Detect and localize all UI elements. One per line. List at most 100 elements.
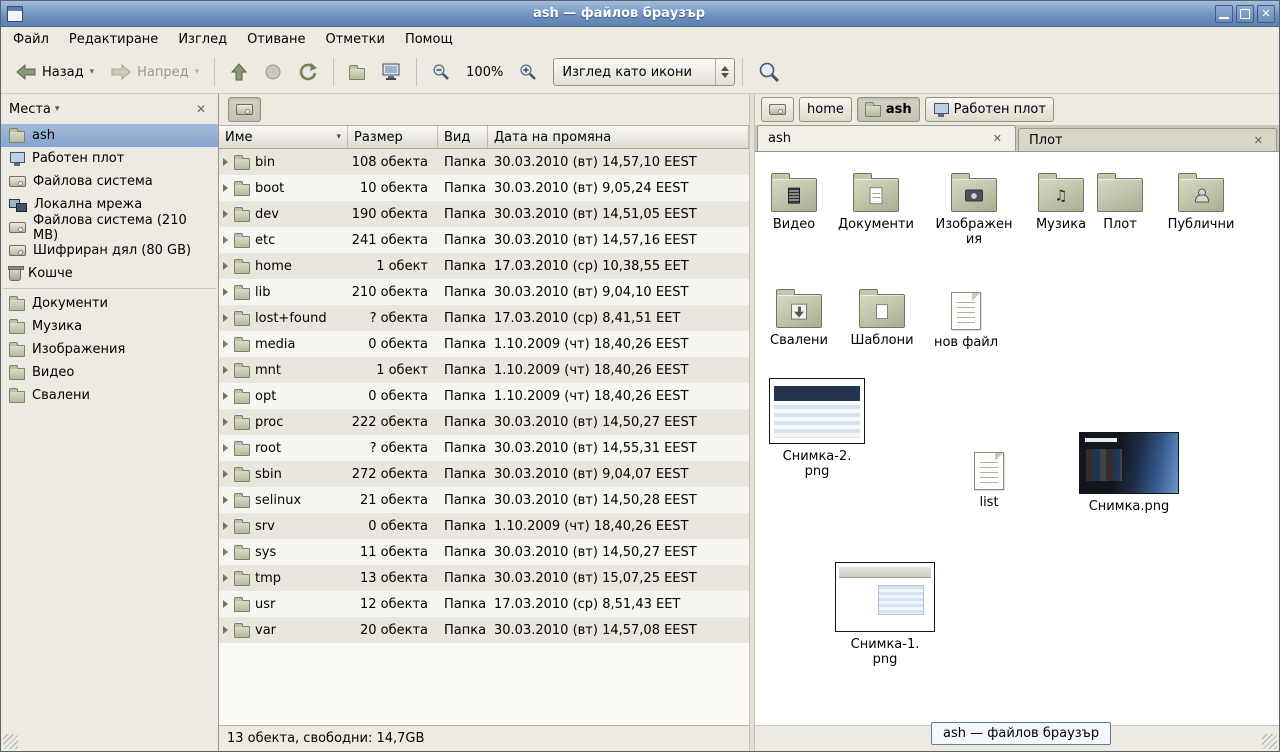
table-row[interactable]: mnt1 обектПапка1.10.2009 (чт) 18,40,26 E… [219,357,749,383]
column-header-0[interactable]: Име▾ [219,126,348,149]
expander-icon[interactable] [223,236,228,244]
reload-button[interactable] [290,56,326,88]
menu-item-3[interactable]: Отиване [237,29,315,50]
expander-icon[interactable] [223,548,228,556]
expander-icon[interactable] [223,184,228,192]
sidebar-item[interactable]: Видео [1,361,218,384]
expander-icon[interactable] [223,600,228,608]
table-row[interactable]: bin108 обектаПапка30.03.2010 (вт) 14,57,… [219,149,749,175]
expander-icon[interactable] [223,314,228,322]
icon-view-item[interactable]: list [946,448,1032,510]
icon-view-item[interactable]: нов файл [923,288,1009,350]
menu-item-0[interactable]: Файл [3,29,59,50]
table-row[interactable]: media0 обектаПапка1.10.2009 (чт) 18,40,2… [219,331,749,357]
expander-icon[interactable] [223,522,228,530]
icon-view-item[interactable]: Снимка-2. png [767,378,867,479]
zoom-in-button[interactable] [511,56,545,88]
tab-close-icon[interactable]: ✕ [990,132,1005,145]
table-row[interactable]: usr12 обектаПапка17.03.2010 (ср) 8,51,43… [219,591,749,617]
path-button-3[interactable]: Работен плот [925,97,1054,122]
table-row[interactable]: lib210 обектаПапка30.03.2010 (вт) 9,04,1… [219,279,749,305]
expander-icon[interactable] [223,444,228,452]
menu-item-1[interactable]: Редактиране [59,29,168,50]
expander-icon[interactable] [223,262,228,270]
icon-view[interactable]: ВидеоДокументиИзображен ияМузикаПлотПубл… [755,152,1279,725]
expander-icon[interactable] [223,496,228,504]
table-row[interactable]: home1 обектПапка17.03.2010 (ср) 10,38,55… [219,253,749,279]
sidebar-item[interactable]: Шифриран дял (80 GB) [1,239,218,262]
expander-icon[interactable] [223,418,228,426]
icon-view-item[interactable]: Публични [1158,170,1244,232]
sidebar-item[interactable]: Свалени [1,384,218,407]
sidebar-item[interactable]: Работен плот [1,147,218,170]
path-button-1[interactable]: home [799,97,852,122]
expander-icon[interactable] [223,210,228,218]
icon-view-item[interactable]: Видео [755,170,837,232]
resize-grip-left[interactable] [3,734,18,749]
table-row[interactable]: srv0 обектаПапка1.10.2009 (чт) 18,40,26 … [219,513,749,539]
column-header-3[interactable]: Дата на промяна [488,126,749,149]
close-button[interactable]: ✕ [1257,5,1275,23]
menu-item-2[interactable]: Изглед [168,29,237,50]
maximize-button[interactable] [1236,5,1254,23]
path-button-0[interactable] [761,97,794,122]
computer-button[interactable] [373,56,409,88]
icon-view-item[interactable]: Снимка.png [1077,432,1181,514]
expander-icon[interactable] [223,340,228,348]
sidebar-item[interactable]: Документи [1,292,218,315]
search-button[interactable] [750,56,788,88]
table-row[interactable]: lost+found? обектаПапка17.03.2010 (ср) 8… [219,305,749,331]
expander-icon[interactable] [223,288,228,296]
resize-grip-right[interactable] [1262,734,1277,749]
table-row[interactable]: sbin272 обектаПапка30.03.2010 (вт) 9,04,… [219,461,749,487]
sidebar-item[interactable]: Файлова система (210 MB) [1,216,218,239]
titlebar[interactable]: ash — файлов браузър ✕ [1,1,1279,27]
minimize-button[interactable] [1215,5,1233,23]
sidebar-caret-icon[interactable]: ▾ [55,104,60,114]
expander-icon[interactable] [223,366,228,374]
table-row[interactable]: etc241 обектаПапка30.03.2010 (вт) 14,57,… [219,227,749,253]
sidebar-item[interactable]: ash [1,124,218,147]
icon-view-item[interactable]: Плот [1085,170,1155,232]
expander-icon[interactable] [223,158,228,166]
icon-view-item[interactable]: Шаблони [839,286,925,348]
column-header-2[interactable]: Вид [438,126,488,149]
tab-1[interactable]: Плот✕ [1018,128,1277,151]
path-button-2[interactable]: ash [857,97,920,122]
pathbar-root-button[interactable] [228,97,261,122]
stop-button[interactable] [256,56,290,88]
table-row[interactable]: dev190 обектаПапка30.03.2010 (вт) 14,51,… [219,201,749,227]
table-row[interactable]: var20 обектаПапка30.03.2010 (вт) 14,57,0… [219,617,749,643]
forward-button[interactable]: Напред ▾ [102,56,207,88]
table-row[interactable]: root? обектаПапка30.03.2010 (вт) 14,55,3… [219,435,749,461]
sidebar-item[interactable]: Изображения [1,338,218,361]
expander-icon[interactable] [223,574,228,582]
table-row[interactable]: selinux21 обектаПапка30.03.2010 (вт) 14,… [219,487,749,513]
forward-dropdown-icon[interactable]: ▾ [195,67,200,77]
expander-icon[interactable] [223,470,228,478]
sidebar-item[interactable]: Файлова система [1,170,218,193]
expander-icon[interactable] [223,626,228,634]
icon-view-item[interactable]: Изображен ия [931,170,1017,247]
back-button[interactable]: Назад ▾ [7,56,102,88]
tab-close-icon[interactable]: ✕ [1251,134,1266,147]
table-row[interactable]: boot10 обектаПапка30.03.2010 (вт) 9,05,2… [219,175,749,201]
table-row[interactable]: proc222 обектаПапка30.03.2010 (вт) 14,50… [219,409,749,435]
zoom-out-button[interactable] [424,56,458,88]
sidebar-item[interactable]: Музика [1,315,218,338]
icon-view-item[interactable]: Снимка-1. png [833,562,937,667]
icon-view-item[interactable]: Документи [833,170,919,232]
column-header-1[interactable]: Размер [348,126,438,149]
tab-0[interactable]: ash✕ [757,125,1016,151]
up-button[interactable] [222,56,256,88]
home-button[interactable] [341,56,373,88]
table-row[interactable]: tmp13 обектаПапка30.03.2010 (вт) 15,07,2… [219,565,749,591]
menu-item-4[interactable]: Отметки [315,29,394,50]
sidebar-close-icon[interactable]: ✕ [192,101,210,117]
expander-icon[interactable] [223,392,228,400]
view-mode-stepper[interactable] [715,59,734,85]
sidebar-item[interactable]: Кошче [1,262,218,285]
sidebar-title[interactable]: Места [9,102,51,117]
table-row[interactable]: sys11 обектаПапка30.03.2010 (вт) 14,50,2… [219,539,749,565]
table-row[interactable]: opt0 обектаПапка1.10.2009 (чт) 18,40,26 … [219,383,749,409]
